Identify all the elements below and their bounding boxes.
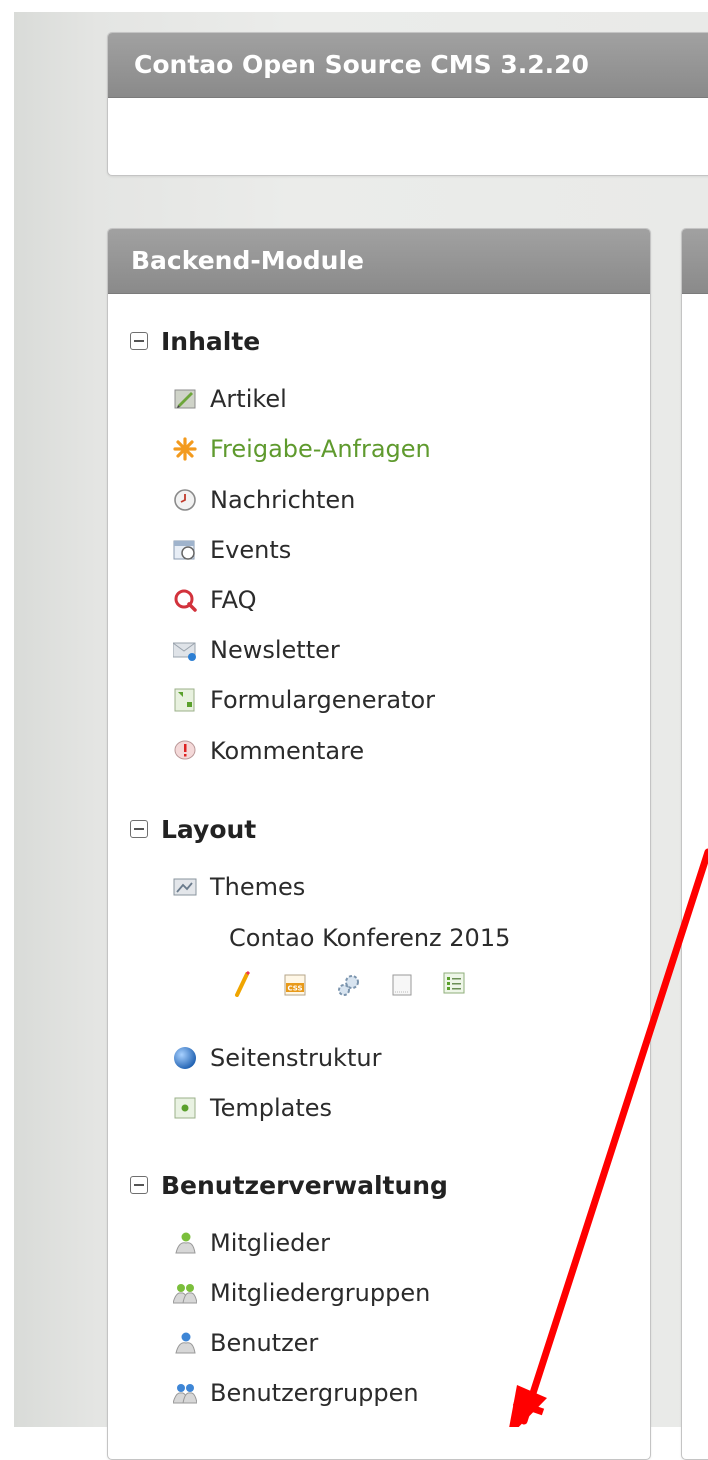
backend-modules-title: Backend-Module bbox=[108, 229, 650, 294]
envelope-icon bbox=[172, 638, 197, 662]
form-icon bbox=[173, 688, 197, 712]
group-label: Inhalte bbox=[161, 326, 261, 356]
globe-icon bbox=[173, 1046, 197, 1070]
nav-item-benutzer[interactable]: Benutzer bbox=[173, 1323, 318, 1363]
user-icon bbox=[173, 1331, 197, 1355]
theme-contao-konferenz-2015[interactable]: Contao Konferenz 2015 bbox=[229, 918, 510, 958]
nav-item-kommentare[interactable]: Kommentare bbox=[173, 731, 364, 771]
nav-item-freigabe-anfragen[interactable]: Freigabe-Anfragen bbox=[173, 429, 431, 469]
comment-icon bbox=[173, 739, 197, 763]
nav-item-benutzergruppen[interactable]: Benutzergruppen bbox=[172, 1373, 419, 1413]
user-group-icon bbox=[172, 1381, 198, 1405]
app-title: Contao Open Source CMS 3.2.20 bbox=[108, 33, 708, 98]
nav-item-themes[interactable]: Themes bbox=[173, 867, 305, 907]
nav-item-mitglieder[interactable]: Mitglieder bbox=[173, 1223, 330, 1263]
group-toggle-benutzerverwaltung[interactable]: Benutzerverwaltung bbox=[130, 1165, 448, 1205]
nav-item-faq[interactable]: FAQ bbox=[173, 580, 257, 620]
calendar-icon bbox=[173, 538, 197, 562]
main-content-header bbox=[682, 229, 708, 294]
member-icon bbox=[173, 1231, 197, 1255]
templates-icon bbox=[173, 1096, 197, 1120]
nav-item-artikel[interactable]: Artikel bbox=[173, 379, 287, 419]
group-toggle-inhalte[interactable]: Inhalte bbox=[130, 321, 260, 361]
nav-item-nachrichten[interactable]: Nachrichten bbox=[173, 480, 355, 520]
backend-modules-panel: Backend-Module Inhalte Artikel Freigabe-… bbox=[107, 228, 651, 1460]
asterisk-icon bbox=[173, 437, 197, 461]
nav-item-mitgliedergruppen[interactable]: Mitgliedergruppen bbox=[172, 1273, 430, 1313]
css-icon[interactable]: CSS bbox=[282, 972, 308, 998]
member-group-icon bbox=[172, 1281, 198, 1305]
image-sizes-icon[interactable] bbox=[441, 970, 467, 996]
faq-icon bbox=[173, 588, 197, 612]
nav-item-formulargenerator[interactable]: Formulargenerator bbox=[173, 680, 435, 720]
clock-icon bbox=[173, 488, 197, 512]
group-label: Benutzerverwaltung bbox=[161, 1170, 448, 1200]
main-content-panel bbox=[681, 228, 708, 1460]
header-panel: Contao Open Source CMS 3.2.20 bbox=[107, 32, 708, 176]
nav-item-events[interactable]: Events bbox=[173, 530, 291, 570]
nav-item-templates[interactable]: Templates bbox=[173, 1088, 332, 1128]
group-toggle-layout[interactable]: Layout bbox=[130, 809, 256, 849]
collapse-icon[interactable] bbox=[130, 332, 148, 350]
themes-icon bbox=[173, 875, 197, 899]
group-label: Layout bbox=[161, 814, 257, 844]
nav-item-seitenstruktur[interactable]: Seitenstruktur bbox=[173, 1038, 381, 1078]
collapse-icon[interactable] bbox=[130, 1176, 148, 1194]
nav-item-newsletter[interactable]: Newsletter bbox=[172, 630, 340, 670]
article-icon bbox=[173, 387, 197, 411]
modules-icon[interactable] bbox=[336, 972, 362, 998]
layout-icon[interactable] bbox=[389, 972, 415, 998]
edit-icon[interactable] bbox=[229, 970, 255, 997]
svg-text:CSS: CSS bbox=[287, 985, 302, 993]
collapse-icon[interactable] bbox=[130, 820, 148, 838]
